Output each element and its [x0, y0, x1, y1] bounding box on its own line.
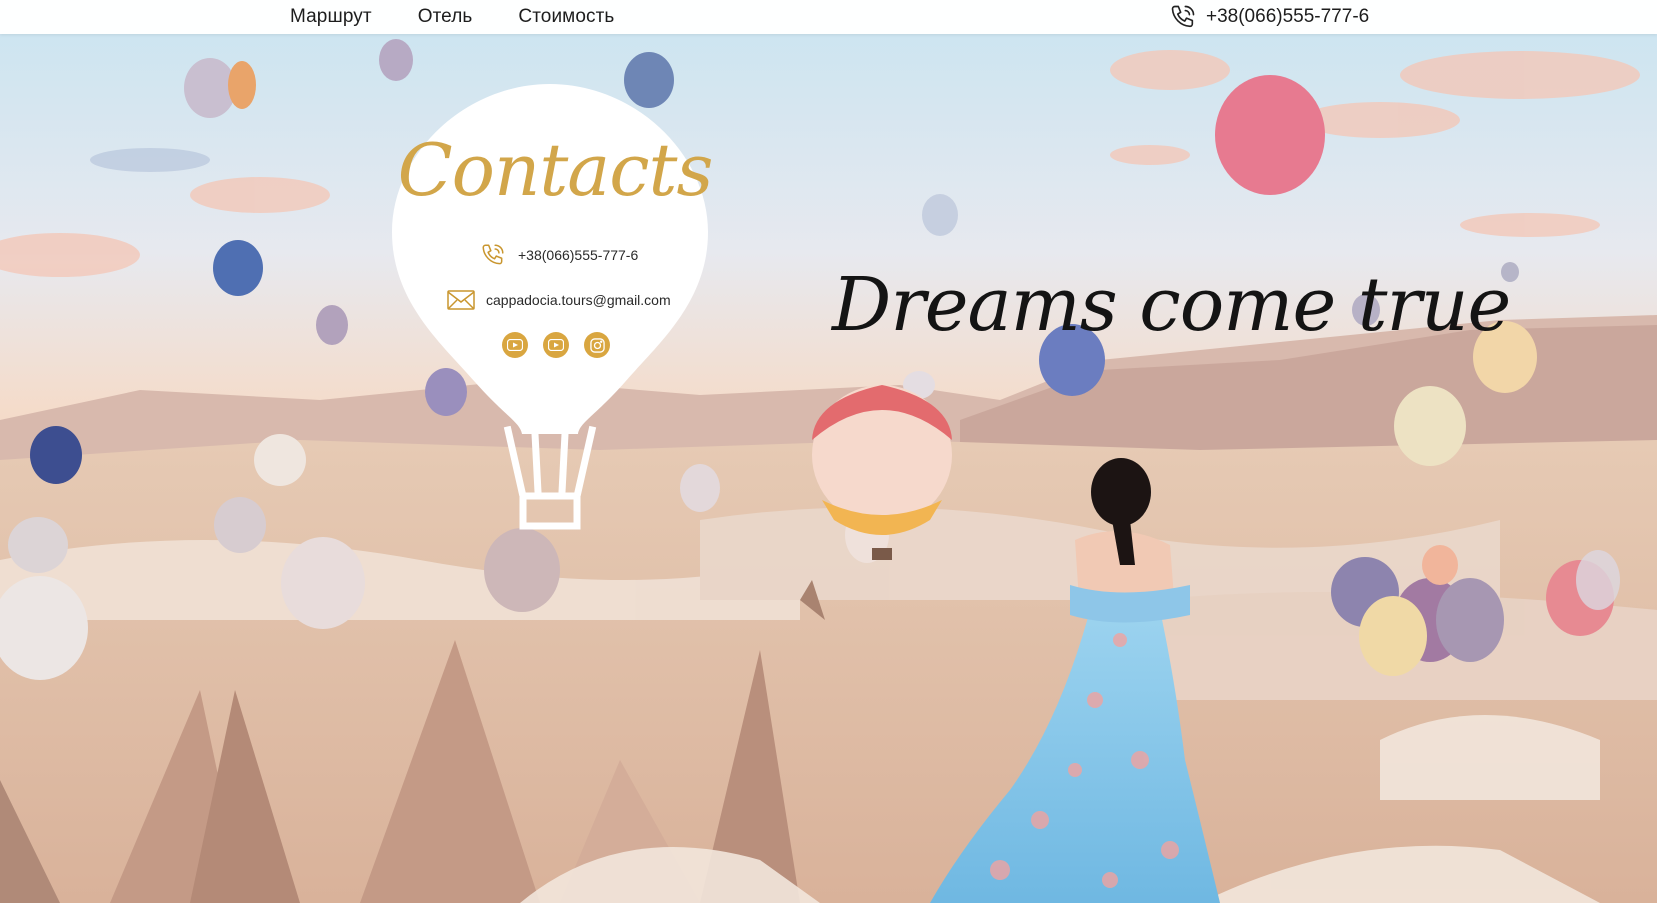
top-navigation-bar: Маршрут Отель Стоимость +38(066)555-777-… [0, 0, 1657, 34]
social-links [502, 332, 625, 358]
phone-icon [1168, 2, 1198, 32]
nav-item-route[interactable]: Маршрут [290, 6, 372, 28]
header-phone-link[interactable]: +38(066)555-777-6 [1168, 0, 1369, 34]
phone-icon [476, 242, 510, 268]
envelope-icon [444, 287, 478, 313]
nav-item-price[interactable]: Стоимость [518, 6, 614, 28]
main-nav: Маршрут Отель Стоимость [290, 0, 660, 34]
contacts-email: cappadocia.tours@gmail.com [486, 292, 671, 308]
contacts-email-link[interactable]: cappadocia.tours@gmail.com [444, 287, 671, 313]
youtube-icon[interactable] [502, 332, 528, 358]
hero-background [0, 0, 1657, 903]
youtube-icon[interactable] [543, 332, 569, 358]
contacts-title: Contacts [397, 128, 714, 212]
hero-tagline: Dreams come true [832, 262, 1511, 348]
contacts-phone-number: +38(066)555-777-6 [518, 247, 639, 263]
instagram-icon[interactable] [584, 332, 610, 358]
header-phone-number: +38(066)555-777-6 [1206, 6, 1370, 27]
contacts-phone-link[interactable]: +38(066)555-777-6 [476, 242, 638, 268]
nav-item-hotel[interactable]: Отель [418, 6, 473, 28]
contacts-balloon-card: Contacts +38(066)555-777-6 cappadocia.to… [390, 82, 730, 562]
